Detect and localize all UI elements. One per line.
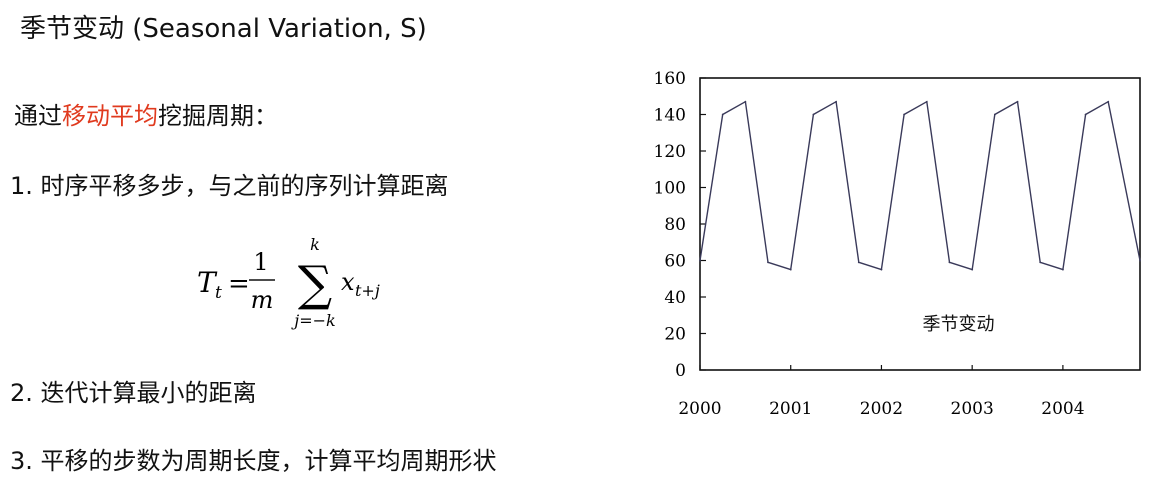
y-axis: 0 20 40 60 80 100 120 140 160 <box>654 69 706 381</box>
x-tick-label: 2001 <box>769 399 812 419</box>
formula-numerator: 1 <box>253 248 268 276</box>
intro-prefix: 通过 <box>14 102 62 130</box>
y-tick-label: 160 <box>654 69 686 89</box>
data-point <box>812 113 815 116</box>
formula-equals: = <box>228 269 250 299</box>
formula-lower-limit: j=−k <box>291 311 335 330</box>
intro-suffix: 挖掘周期： <box>158 102 278 130</box>
formula-upper-limit: k <box>310 238 320 254</box>
data-point <box>721 113 724 116</box>
data-point <box>744 100 747 103</box>
data-point <box>903 113 906 116</box>
data-point <box>1139 259 1141 262</box>
y-tick-label: 80 <box>664 215 686 235</box>
page-title: 季节变动 (Seasonal Variation, S) <box>20 14 427 44</box>
y-tick-label: 40 <box>664 288 686 308</box>
data-point <box>880 268 883 271</box>
x-tick-label: 2004 <box>1041 399 1084 419</box>
y-tick-label: 140 <box>654 106 686 126</box>
x-tick-label: 2002 <box>860 399 903 419</box>
x-tick-label: 2003 <box>951 399 994 419</box>
intro-line: 通过移动平均挖掘周期： <box>14 96 278 131</box>
formula-denominator: m <box>251 286 274 314</box>
seasonal-variation-chart: 020406080100120140160 2000 2001 2002 2003 20… <box>654 69 1141 419</box>
data-point <box>1084 113 1087 116</box>
x-tick-label: 2000 <box>678 399 721 419</box>
data-point <box>925 100 928 103</box>
data-point <box>1016 100 1019 103</box>
data-point <box>971 268 974 271</box>
data-point <box>1039 261 1042 264</box>
data-point <box>1061 268 1064 271</box>
formula-lhs-sub: t <box>215 283 222 303</box>
step-1: 1. 时序平移多步，与之前的序列计算距离 <box>10 172 449 200</box>
data-point <box>767 261 769 264</box>
step-2: 2. 迭代计算最小的距离 <box>10 379 257 407</box>
moving-average-formula: T t = 1 m k ∑ j=−k x t+j <box>197 238 380 330</box>
y-tick-label: 60 <box>664 252 686 272</box>
step-3: 3. 平移的步数为周期长度，计算平均周期形状 <box>10 447 497 475</box>
data-point <box>948 261 951 264</box>
y-tick-label: 100 <box>654 179 686 199</box>
x-axis: 2000 2001 2002 2003 2004 <box>678 365 1085 419</box>
data-point <box>835 100 837 103</box>
data-point <box>699 259 701 262</box>
data-point <box>1107 100 1110 103</box>
y-tick-label: 0 <box>675 361 686 381</box>
series-line <box>699 100 1141 271</box>
formula-term: x <box>341 268 355 296</box>
formula-sigma: ∑ <box>298 256 332 312</box>
data-point <box>789 268 792 271</box>
chart-annotation: 季节变动 <box>923 314 995 335</box>
y-tick-label: 20 <box>664 325 686 345</box>
intro-highlight: 移动平均 <box>62 102 158 130</box>
data-point <box>993 113 996 116</box>
data-point <box>857 261 860 264</box>
formula-term-sub: t+j <box>355 281 380 300</box>
plot-frame <box>699 77 1141 371</box>
y-tick-label: 120 <box>654 142 686 162</box>
